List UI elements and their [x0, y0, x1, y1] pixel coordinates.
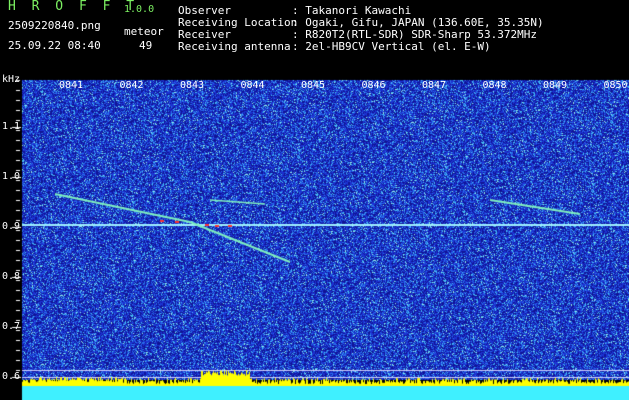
frequency-unit: kHz	[2, 74, 21, 85]
x-tick-label: 0843	[180, 80, 205, 91]
file-name: 2509220840.png	[8, 19, 101, 32]
y-tick-label: 0.8	[2, 271, 21, 282]
meteor-label: meteor	[124, 25, 164, 38]
x-tick-label: 0846	[361, 80, 386, 91]
antenna-label: Receiving antenna	[178, 40, 291, 53]
y-tick-label: 0.9	[2, 221, 21, 232]
spectrogram-canvas	[0, 72, 629, 400]
x-tick-label: 0848	[482, 80, 507, 91]
x-tick-label: 0850	[603, 80, 628, 91]
header-panel: H R O F F T 1.0.0 2509220840.png meteor …	[0, 0, 629, 72]
x-tick-label: 0841	[59, 80, 84, 91]
y-tick-label: 0.6	[2, 371, 21, 382]
x-tick-label: 0844	[240, 80, 265, 91]
antenna-value: : 2el-HB9CV Vertical (el. E-W)	[292, 40, 491, 53]
x-tick-label: 0849	[543, 80, 568, 91]
y-tick-label: 0.7	[2, 321, 21, 332]
y-tick-label: 1.1	[2, 121, 21, 132]
app-version: 1.0.0	[124, 4, 155, 15]
x-tick-label: 0845	[301, 80, 326, 91]
timestamp: 25.09.22 08:40	[8, 39, 101, 52]
meteor-count: 49	[139, 39, 153, 52]
y-tick-label: 1.0	[2, 171, 21, 182]
x-tick-label: 0847	[422, 80, 447, 91]
x-tick-label: 0842	[119, 80, 144, 91]
app-title: H R O F F T	[8, 0, 139, 14]
